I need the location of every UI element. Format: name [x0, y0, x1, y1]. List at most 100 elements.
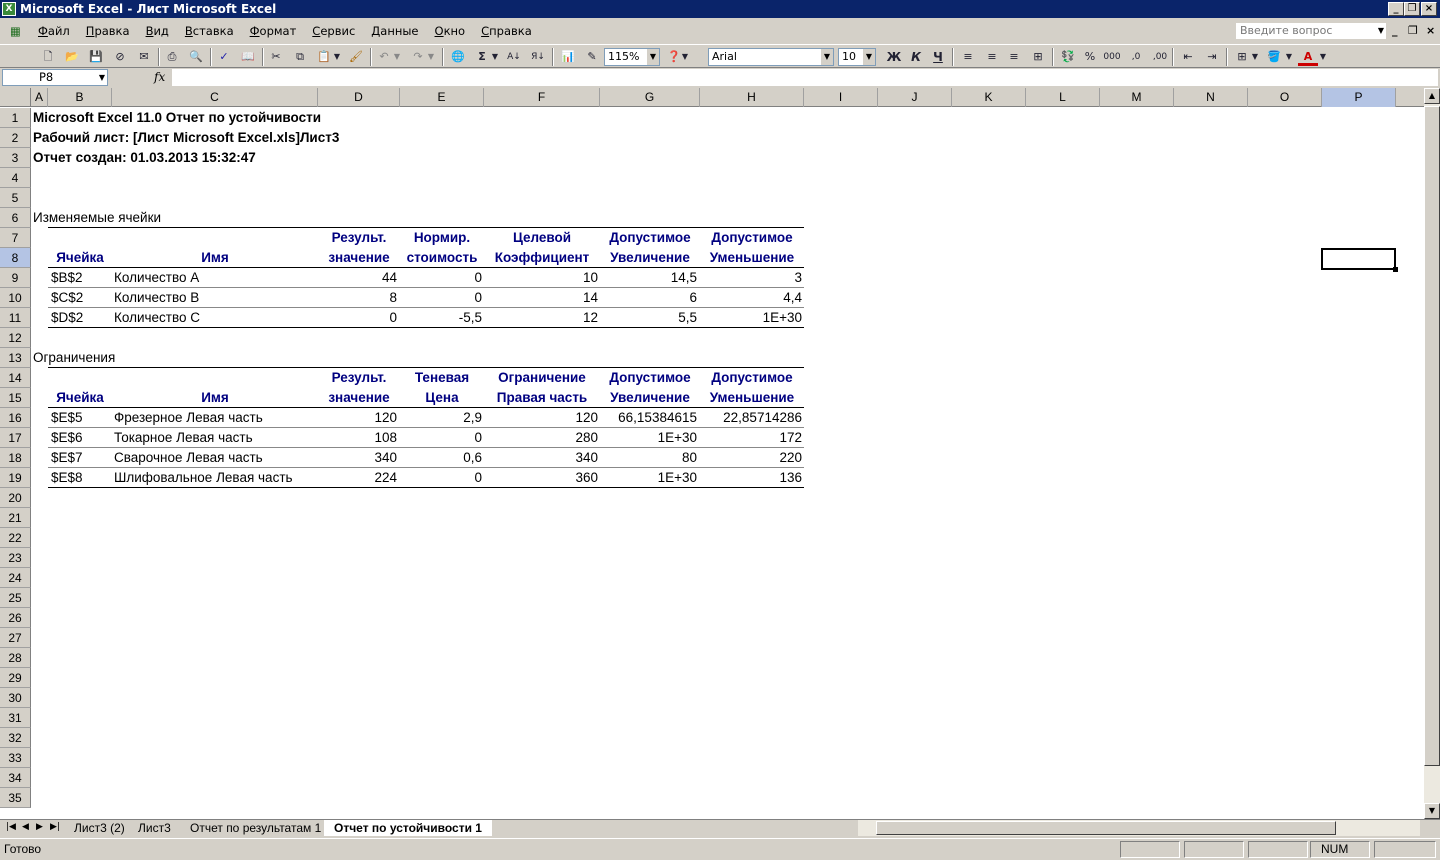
constraints-table-cell[interactable]: 120: [484, 408, 598, 428]
row-header-22[interactable]: 22: [0, 528, 31, 548]
changing-header[interactable]: Коэффициент: [484, 248, 600, 268]
bold-icon[interactable]: Ж: [884, 48, 904, 66]
next-sheet-icon[interactable]: ▶: [36, 822, 43, 832]
hscroll-thumb[interactable]: [876, 821, 1336, 835]
changing-caption[interactable]: Изменяемые ячейки: [33, 208, 161, 228]
menu-insert[interactable]: Вставка: [177, 24, 242, 38]
sort-descending-icon[interactable]: Я↓: [528, 48, 548, 66]
decrease-indent-icon[interactable]: ⇤: [1178, 48, 1198, 66]
constraints-table-cell[interactable]: Фрезерное Левая часть: [114, 408, 318, 428]
excel-app-icon[interactable]: X: [2, 2, 16, 16]
redo-dropdown-icon[interactable]: ▼: [426, 48, 436, 66]
column-header-G[interactable]: G: [600, 88, 700, 107]
changing-header[interactable]: стоимость: [400, 248, 484, 268]
row-header-2[interactable]: 2: [0, 128, 31, 148]
constraints-caption[interactable]: Ограничения: [33, 348, 115, 368]
constraints-table-cell[interactable]: $E$5: [51, 408, 111, 428]
constraints-header[interactable]: Допустимое: [700, 368, 804, 388]
changing-table-cell[interactable]: 4,4: [700, 288, 802, 308]
sheet-tab-2[interactable]: Лист3: [128, 820, 181, 836]
changing-table-cell[interactable]: 0: [400, 268, 482, 288]
row-header-21[interactable]: 21: [0, 508, 31, 528]
currency-icon[interactable]: 💱: [1058, 48, 1078, 66]
row-header-13[interactable]: 13: [0, 348, 31, 368]
changing-table-cell[interactable]: 0: [318, 308, 397, 328]
row-header-27[interactable]: 27: [0, 628, 31, 648]
sheet-tab-1[interactable]: Лист3 (2): [64, 820, 135, 836]
zoom-select[interactable]: 115% ▼: [604, 48, 660, 66]
constraints-table-cell[interactable]: $E$6: [51, 428, 111, 448]
fill-color-dropdown-icon[interactable]: ▼: [1284, 48, 1294, 66]
constraints-header[interactable]: значение: [318, 388, 400, 408]
scroll-up-icon[interactable]: ▲: [1424, 88, 1440, 104]
menu-data[interactable]: Данные: [363, 24, 426, 38]
constraints-header[interactable]: Допустимое: [600, 368, 700, 388]
changing-table-cell[interactable]: Количество C: [114, 308, 318, 328]
constraints-table-cell[interactable]: 360: [484, 468, 598, 488]
horizontal-scrollbar[interactable]: [858, 820, 1420, 836]
print-preview-icon[interactable]: 🔍: [186, 48, 206, 66]
thousands-separator-icon[interactable]: 000: [1102, 48, 1122, 66]
changing-header[interactable]: Допустимое: [600, 228, 700, 248]
menu-help[interactable]: Справка: [473, 24, 540, 38]
align-center-icon[interactable]: ≡: [982, 48, 1002, 66]
constraints-table-cell[interactable]: 120: [318, 408, 397, 428]
menu-window[interactable]: Окно: [427, 24, 474, 38]
row-header-28[interactable]: 28: [0, 648, 31, 668]
font-color-icon[interactable]: A: [1298, 48, 1318, 66]
changing-header[interactable]: Ячейка: [48, 248, 112, 268]
scroll-down-icon[interactable]: ▼: [1424, 803, 1440, 819]
constraints-table-cell[interactable]: 280: [484, 428, 598, 448]
constraints-header[interactable]: Теневая: [400, 368, 484, 388]
constraints-header[interactable]: Цена: [400, 388, 484, 408]
changing-table-cell[interactable]: -5,5: [400, 308, 482, 328]
changing-table-cell[interactable]: Количество B: [114, 288, 318, 308]
redo-icon[interactable]: ↷: [408, 48, 428, 66]
row-header-30[interactable]: 30: [0, 688, 31, 708]
autosum-icon[interactable]: Σ: [472, 48, 492, 66]
workbook-icon[interactable]: ▦: [0, 24, 30, 38]
row-header-10[interactable]: 10: [0, 288, 31, 308]
doc-minimize-button[interactable]: _: [1392, 24, 1398, 37]
row-header-23[interactable]: 23: [0, 548, 31, 568]
menu-file[interactable]: Файл: [30, 24, 78, 38]
column-header-F[interactable]: F: [484, 88, 600, 107]
menu-view[interactable]: Вид: [138, 24, 177, 38]
align-right-icon[interactable]: ≡: [1004, 48, 1024, 66]
row-header-17[interactable]: 17: [0, 428, 31, 448]
row-header-18[interactable]: 18: [0, 448, 31, 468]
row-header-25[interactable]: 25: [0, 588, 31, 608]
sort-ascending-icon[interactable]: A↓: [504, 48, 524, 66]
column-header-K[interactable]: K: [952, 88, 1026, 107]
changing-table-cell[interactable]: $D$2: [51, 308, 111, 328]
email-icon[interactable]: ✉: [134, 48, 154, 66]
formula-input[interactable]: [172, 69, 1438, 86]
format-painter-icon[interactable]: 🖌: [346, 48, 366, 66]
vertical-scrollbar[interactable]: ▲ ▼: [1424, 88, 1440, 819]
chevron-down-icon[interactable]: ▼: [647, 49, 659, 65]
changing-table-cell[interactable]: 14: [484, 288, 598, 308]
constraints-table-cell[interactable]: 172: [700, 428, 802, 448]
column-header-O[interactable]: O: [1248, 88, 1322, 107]
constraints-table-cell[interactable]: 220: [700, 448, 802, 468]
spelling-icon[interactable]: ✓: [214, 48, 234, 66]
column-header-B[interactable]: B: [48, 88, 112, 107]
changing-table-cell[interactable]: 14,5: [600, 268, 697, 288]
row-header-29[interactable]: 29: [0, 668, 31, 688]
constraints-header[interactable]: Увеличение: [600, 388, 700, 408]
constraints-table-cell[interactable]: 80: [600, 448, 697, 468]
constraints-table-cell[interactable]: 340: [484, 448, 598, 468]
constraints-table-cell[interactable]: Сварочное Левая часть: [114, 448, 318, 468]
constraints-table-cell[interactable]: 0: [400, 428, 482, 448]
column-header-P[interactable]: P: [1322, 88, 1396, 107]
close-button[interactable]: ×: [1421, 2, 1437, 16]
menu-edit[interactable]: Правка: [78, 24, 138, 38]
changing-table-cell[interactable]: $B$2: [51, 268, 111, 288]
doc-close-button[interactable]: ×: [1426, 24, 1435, 37]
row-header-6[interactable]: 6: [0, 208, 31, 228]
changing-header[interactable]: Результ.: [318, 228, 400, 248]
row-header-19[interactable]: 19: [0, 468, 31, 488]
constraints-table-cell[interactable]: 22,85714286: [700, 408, 802, 428]
row-header-15[interactable]: 15: [0, 388, 31, 408]
fill-color-icon[interactable]: 🪣: [1264, 48, 1284, 66]
